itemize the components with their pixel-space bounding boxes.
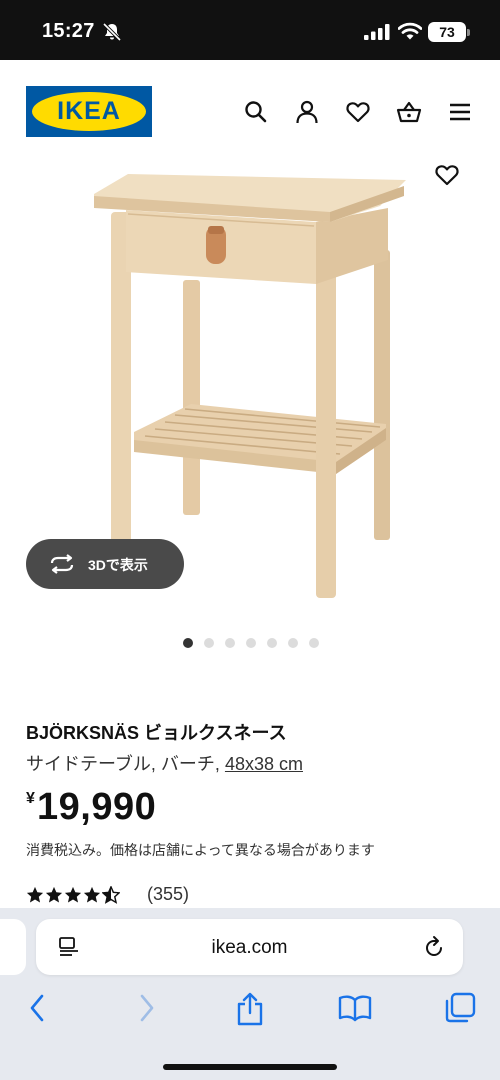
gallery-dot[interactable] — [246, 638, 256, 648]
review-count[interactable]: (355) — [147, 884, 189, 905]
price-value: 19,990 — [37, 786, 157, 828]
product-type: サイドテーブル, バーチ, — [26, 754, 225, 774]
basket-icon[interactable] — [396, 99, 422, 125]
view-in-3d-button[interactable]: 3Dで表示 — [26, 539, 184, 589]
forward-icon[interactable] — [134, 992, 158, 1029]
home-indicator — [163, 1064, 337, 1070]
gallery-dot[interactable] — [267, 638, 277, 648]
bookmarks-icon[interactable] — [338, 992, 372, 1029]
status-time: 15:27 — [42, 20, 95, 42]
tabs-icon[interactable] — [444, 992, 476, 1029]
star-full-icon — [45, 886, 63, 909]
battery-icon: 73 — [428, 22, 470, 42]
gallery-dot[interactable] — [309, 638, 319, 648]
logo-text: IKEA — [57, 97, 121, 125]
url-text[interactable]: ikea.com — [36, 937, 463, 959]
status-bar: 15:27 73 — [0, 0, 500, 60]
signal-bars-icon — [364, 24, 390, 45]
share-icon[interactable] — [235, 992, 265, 1031]
price-currency: ¥ — [26, 790, 35, 807]
gallery-dot[interactable] — [183, 638, 193, 648]
view-in-3d-label: 3Dで表示 — [88, 557, 148, 573]
heart-icon[interactable] — [345, 99, 371, 125]
back-icon[interactable] — [26, 992, 50, 1029]
gallery-dot[interactable] — [204, 638, 214, 648]
previous-tab-card[interactable] — [0, 919, 26, 975]
product-size-link[interactable]: 48x38 cm — [225, 754, 303, 774]
bell-slash-icon — [102, 22, 122, 47]
star-full-icon — [64, 886, 82, 909]
menu-icon[interactable] — [447, 99, 473, 125]
product-name: BJÖRKSNÄS ビョルクスネース — [26, 723, 287, 743]
reload-icon[interactable] — [423, 935, 445, 964]
wifi-icon — [397, 22, 423, 45]
ikea-logo[interactable]: IKEA — [26, 86, 152, 137]
gallery-dot[interactable] — [288, 638, 298, 648]
star-full-icon — [83, 886, 101, 909]
star-full-icon — [26, 886, 44, 909]
user-icon[interactable] — [294, 99, 320, 125]
rotate-3d-icon — [48, 554, 76, 579]
tax-note: 消費税込み。価格は店舗によって異なる場合があります — [26, 842, 375, 858]
favorite-icon[interactable] — [434, 162, 460, 193]
product-description: サイドテーブル, バーチ, 48x38 cm — [26, 750, 303, 776]
gallery-dot[interactable] — [225, 638, 235, 648]
star-half-icon — [101, 885, 121, 909]
search-icon[interactable] — [243, 99, 269, 125]
